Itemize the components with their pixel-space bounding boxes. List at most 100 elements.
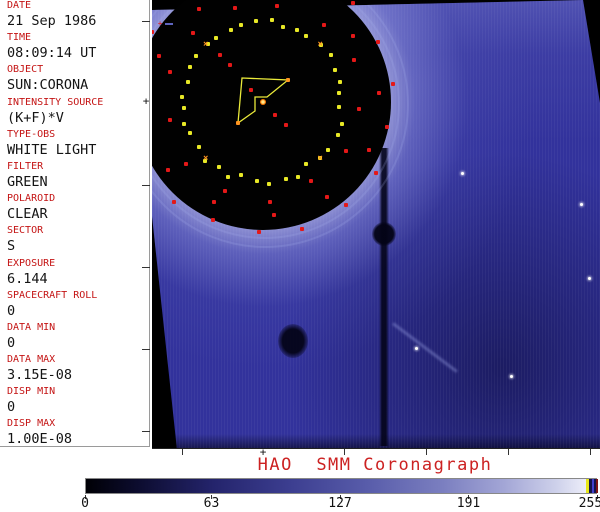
red-fiducial-ring-outer-dot <box>210 217 215 222</box>
red-fiducial-ring-inner-dot <box>267 199 272 204</box>
red-fiducial-ring-mid-dot <box>325 195 330 200</box>
yellow-fiducial-ring-dot <box>270 18 275 23</box>
metadata-value: 21 Sep 1986 <box>7 13 97 29</box>
yellow-fiducial-ring-dot <box>332 68 337 73</box>
metadata-field: SECTOR S <box>0 225 149 257</box>
metadata-label: DATA MIN <box>7 321 56 333</box>
red-fiducial-ring-outer-dot <box>385 124 390 129</box>
metadata-field: INTENSITY SOURCE (K+F)*V <box>0 97 149 129</box>
red-fiducial-ring-outer-dot <box>373 171 378 176</box>
yellow-fiducial-ring-dot <box>283 177 288 182</box>
red-fiducial-ring-outer-dot <box>152 29 154 34</box>
metadata-field: TIME 08:09:14 UT <box>0 32 149 64</box>
metadata-label: TIME <box>7 32 32 44</box>
red-fiducial-ring-mid-dot <box>156 53 161 58</box>
coronagraph-viewer-window: DATE 21 Sep 1986 TIME 08:09:14 UT OBJECT SUN:… <box>0 0 600 512</box>
yellow-fiducial-ring-dot <box>216 165 221 170</box>
metadata-value: 0 <box>7 302 16 319</box>
yellow-fiducial-ring-dot <box>193 53 198 58</box>
metadata-label: SECTOR <box>7 225 44 237</box>
metadata-label: DISP MAX <box>7 418 56 430</box>
red-fiducial-ring-outer-dot <box>172 199 176 204</box>
yellow-fiducial-ring-dot <box>253 19 258 24</box>
metadata-value: 3.15E-08 <box>7 367 73 384</box>
metadata-value: SUN:CORONA <box>7 77 89 94</box>
yellow-fiducial-ring-dot <box>238 22 243 27</box>
yellow-fiducial-ring-dot <box>228 28 233 33</box>
metadata-field: OBJECT SUN:CORONA <box>0 64 149 96</box>
red-fiducial-dot <box>218 53 222 57</box>
red-fiducial-ring-mid-dot <box>197 7 202 12</box>
red-fiducial-ring-outer-dot <box>375 40 380 45</box>
yellow-fiducial-ring-dot <box>336 104 341 109</box>
red-fiducial-ring-inner-dot <box>233 5 238 10</box>
yellow-fiducial-ring-dot <box>255 178 260 183</box>
yellow-fiducial-ring-dot <box>340 122 345 127</box>
metadata-value: WHITE LIGHT <box>7 141 97 158</box>
metadata-value: 0 <box>7 399 16 416</box>
yellow-fiducial-ring-dot <box>280 24 285 29</box>
metadata-label: INTENSITY SOURCE <box>7 96 104 108</box>
cross-fiducial-mark: × <box>317 153 323 164</box>
metadata-value: (K+F)*V <box>7 109 64 126</box>
red-fiducial-ring-mid-dot <box>367 147 372 152</box>
colorbar-tick-label: 0 <box>81 496 89 511</box>
metadata-value: GREEN <box>7 173 48 190</box>
polygon-vertex-dot <box>236 121 240 125</box>
red-fiducial-dot <box>228 63 232 67</box>
red-fiducial-ring-inner-dot <box>352 58 357 63</box>
red-plus-marker: + <box>157 19 163 28</box>
bottom-axis-tick <box>508 449 509 455</box>
bottom-axis-tick <box>590 449 591 455</box>
metadata-field: DATA MIN 0 <box>0 322 149 354</box>
yellow-fiducial-ring-dot <box>188 130 193 135</box>
colorbar-end-stripe <box>596 479 598 493</box>
left-axis-tick <box>142 431 150 432</box>
yellow-fiducial-ring-dot <box>303 34 308 39</box>
metadata-value: 6.144 <box>7 270 48 287</box>
red-fiducial-ring-inner-dot <box>308 178 313 183</box>
metadata-field: POLAROID CLEAR <box>0 193 149 225</box>
red-fiducial-ring-inner-dot <box>344 149 349 154</box>
metadata-field: SPACECRAFT ROLL 0 <box>0 290 149 322</box>
red-fiducial-ring-outer-dot <box>257 229 262 234</box>
colorbar-tick-label: 127 <box>328 496 352 511</box>
metadata-label: TYPE-OBS <box>7 128 56 140</box>
intensity-colorbar <box>85 478 598 494</box>
yellow-fiducial-ring-dot <box>181 122 186 127</box>
metadata-field: FILTER GREEN <box>0 161 149 193</box>
red-fiducial-ring-outer-dot <box>300 226 305 231</box>
coronagraph-image-panel: × × × × + <box>152 0 600 449</box>
red-fiducial-dot <box>249 88 253 92</box>
colorbar-tick-label: 255 <box>578 496 600 511</box>
red-fiducial-ring-inner-dot <box>356 107 361 112</box>
metadata-sidebar: DATE 21 Sep 1986 TIME 08:09:14 UT OBJECT SUN:… <box>0 0 150 447</box>
left-axis-tick <box>142 267 150 268</box>
cross-fiducial-mark: × <box>203 153 209 164</box>
metadata-value: 0 <box>7 334 16 351</box>
metadata-label: SPACECRAFT ROLL <box>7 289 98 301</box>
yellow-fiducial-ring-dot <box>295 175 300 180</box>
red-fiducial-ring-inner-dot <box>168 70 173 75</box>
red-fiducial-ring-inner-dot <box>184 162 189 167</box>
yellow-fiducial-ring-dot <box>185 79 190 84</box>
pointer-polygon-layer <box>237 77 290 125</box>
red-fiducial-dot <box>273 113 277 117</box>
yellow-fiducial-ring-dot <box>325 147 330 152</box>
metadata-value: 08:09:14 UT <box>7 45 97 62</box>
metadata-field: DATE 21 Sep 1986 <box>0 0 149 32</box>
red-fiducial-dot <box>284 123 288 127</box>
cross-fiducial-mark: × <box>317 39 323 50</box>
red-fiducial-ring-inner-dot <box>190 31 195 36</box>
left-axis-tick <box>142 185 150 186</box>
metadata-label: FILTER <box>7 160 44 172</box>
yellow-fiducial-ring-dot <box>226 175 231 180</box>
left-axis-tick <box>142 21 150 22</box>
yellow-fiducial-ring-dot <box>336 91 341 96</box>
blue-dash-marker <box>165 23 173 25</box>
metadata-value: 1.00E-08 <box>7 431 73 448</box>
left-axis-tick <box>142 349 150 350</box>
metadata-value: CLEAR <box>7 206 48 223</box>
yellow-fiducial-ring-dot <box>295 28 300 33</box>
metadata-label: DATA MAX <box>7 354 56 366</box>
